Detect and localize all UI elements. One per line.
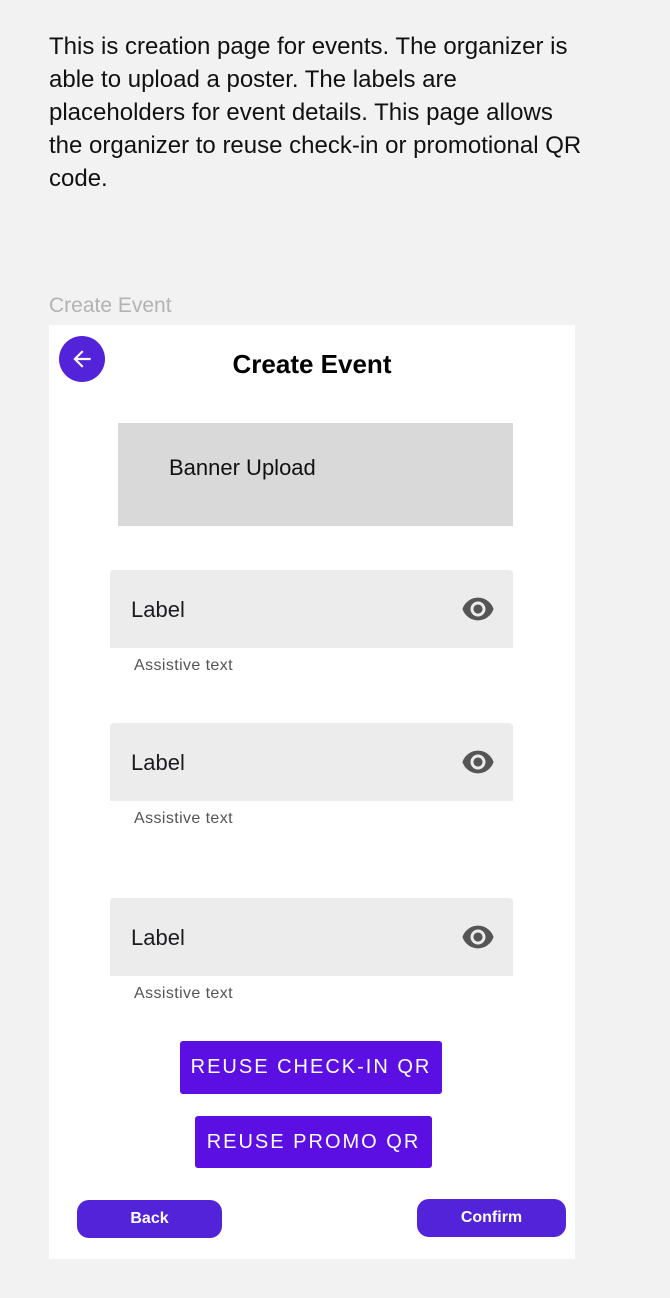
reuse-promo-qr-button[interactable]: REUSE PROMO QR <box>195 1116 432 1168</box>
event-field-1: Label Assistive text <box>110 570 513 675</box>
back-button[interactable]: Back <box>77 1200 222 1238</box>
create-event-screen: Create Event Banner Upload Label Assisti… <box>49 325 575 1259</box>
eye-icon[interactable] <box>461 596 495 622</box>
assistive-text: Assistive text <box>134 985 233 1002</box>
text-field-input[interactable]: Label <box>110 723 513 801</box>
event-field-3: Label Assistive text <box>110 898 513 1003</box>
reuse-checkin-qr-button[interactable]: REUSE CHECK-IN QR <box>180 1041 442 1094</box>
confirm-button[interactable]: Confirm <box>417 1199 566 1237</box>
eye-icon[interactable] <box>461 749 495 775</box>
event-field-2: Label Assistive text <box>110 723 513 828</box>
text-field-input[interactable]: Label <box>110 898 513 976</box>
page-description: This is creation page for events. The or… <box>49 33 582 192</box>
eye-icon[interactable] <box>461 924 495 950</box>
assistive-text: Assistive text <box>134 657 233 674</box>
field-label: Label <box>131 750 185 775</box>
field-label: Label <box>131 597 185 622</box>
page-title: Create Event <box>232 349 392 379</box>
banner-upload-area[interactable]: Banner Upload <box>118 423 513 526</box>
text-field-input[interactable]: Label <box>110 570 513 648</box>
frame-label: Create Event <box>49 294 172 317</box>
banner-upload-label: Banner Upload <box>169 455 316 480</box>
field-label: Label <box>131 925 185 950</box>
assistive-text: Assistive text <box>134 810 233 827</box>
